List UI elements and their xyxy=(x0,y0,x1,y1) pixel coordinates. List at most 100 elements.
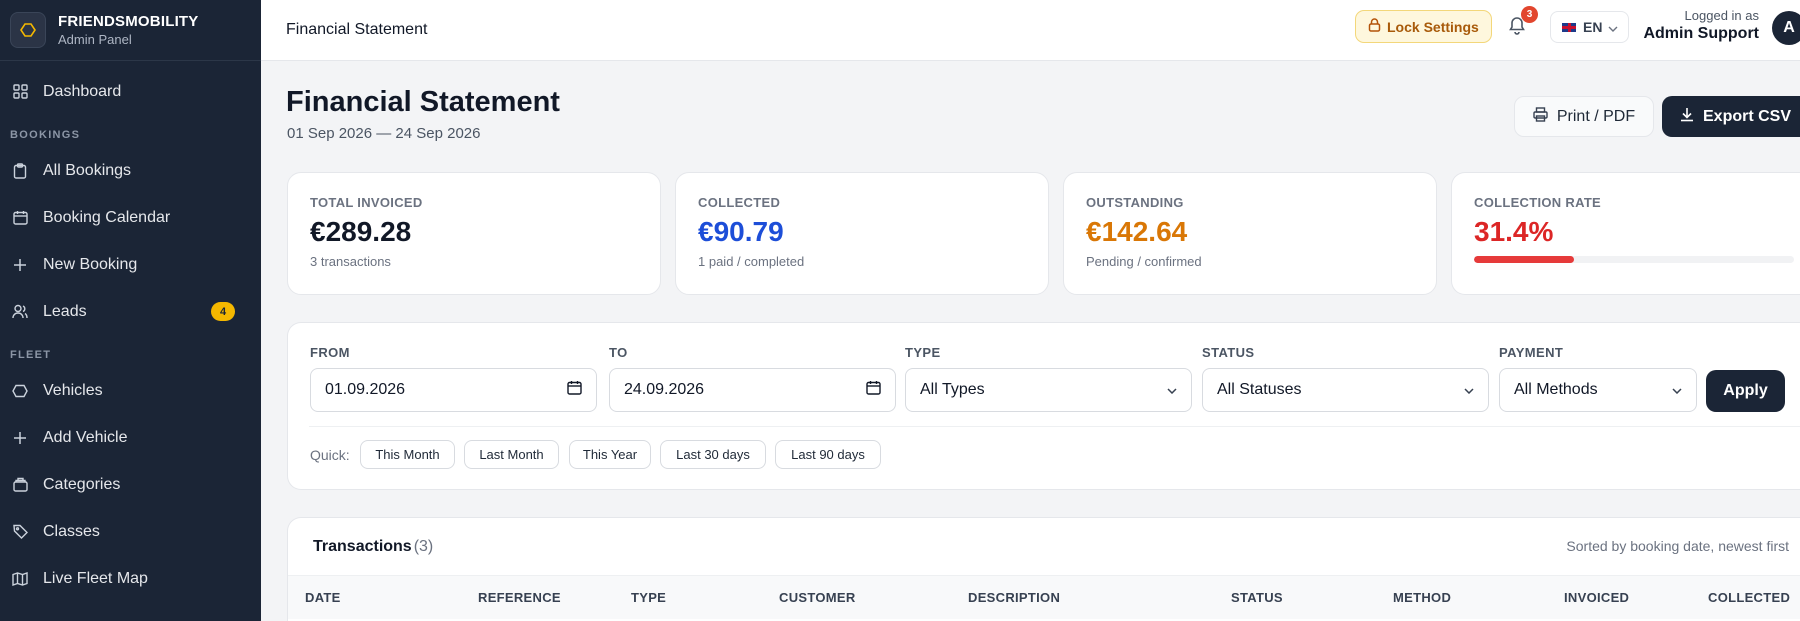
sidebar-item-label: Live Fleet Map xyxy=(43,569,148,587)
from-date-input[interactable]: 01.09.2026 xyxy=(310,368,597,412)
sidebar-item-classes[interactable]: Classes xyxy=(0,508,261,555)
plus-icon xyxy=(12,257,28,273)
payment-select-value: All Methods xyxy=(1514,381,1598,398)
sidebar-item-label: Leads xyxy=(43,302,87,320)
lock-icon xyxy=(1368,18,1381,35)
stat-value: €289.28 xyxy=(310,216,412,247)
printer-icon xyxy=(1533,106,1548,127)
from-label: FROM xyxy=(310,345,350,360)
status-label: STATUS xyxy=(1202,345,1255,360)
payment-label: PAYMENT xyxy=(1499,345,1564,360)
column-header-reference[interactable]: REFERENCE xyxy=(478,590,561,605)
layers-icon xyxy=(12,477,28,493)
download-icon xyxy=(1680,107,1694,127)
avatar[interactable]: A xyxy=(1772,11,1800,45)
column-header-invoiced[interactable]: INVOICED xyxy=(1564,590,1629,605)
tag-icon xyxy=(12,524,28,540)
export-csv-label: Export CSV xyxy=(1703,107,1792,125)
brand-name: FRIENDSMOBILITY xyxy=(58,13,199,30)
top-bar: Financial Statement Lock Settings 3 EN L… xyxy=(261,0,1800,61)
uk-flag-icon xyxy=(1561,21,1577,33)
logged-in-info: Logged in as Admin Support xyxy=(1639,8,1759,43)
stat-label: COLLECTION RATE xyxy=(1474,195,1602,210)
sidebar-item-dashboard[interactable]: Dashboard xyxy=(0,68,261,115)
column-header-date[interactable]: DATE xyxy=(305,590,341,605)
transactions-panel: Transactions (3) Sorted by booking date,… xyxy=(287,517,1800,621)
quick-last-month-button[interactable]: Last Month xyxy=(464,440,559,469)
page-title: Financial Statement xyxy=(286,86,560,118)
export-csv-button[interactable]: Export CSV xyxy=(1662,96,1800,137)
collection-rate-fill xyxy=(1474,256,1575,263)
to-label: TO xyxy=(609,345,628,360)
quick-this-year-button[interactable]: This Year xyxy=(569,440,651,469)
sidebar-item-all-bookings[interactable]: All Bookings xyxy=(0,147,261,194)
filters-panel: FROM 01.09.2026 TO 24.09.2026 TYPE All T… xyxy=(287,322,1800,490)
collection-rate-progress xyxy=(1474,256,1794,263)
car-icon xyxy=(12,383,28,399)
stat-card-collected: COLLECTED €90.79 1 paid / completed xyxy=(675,172,1049,295)
brand[interactable]: FRIENDSMOBILITY Admin Panel xyxy=(0,0,261,61)
nav-section-fleet: FLEET xyxy=(10,349,52,361)
sidebar-item-label: Classes xyxy=(43,522,100,540)
leads-count-badge: 4 xyxy=(211,302,235,321)
payment-select[interactable]: All Methods xyxy=(1499,368,1697,412)
filters-divider xyxy=(309,426,1800,427)
grid-icon xyxy=(12,84,28,100)
type-select[interactable]: All Types xyxy=(905,368,1192,412)
to-date-value: 24.09.2026 xyxy=(624,381,705,398)
clipboard-icon xyxy=(12,162,28,179)
language-label: EN xyxy=(1583,19,1603,35)
print-pdf-label: Print / PDF xyxy=(1556,107,1636,125)
transactions-count: (3) xyxy=(413,537,434,555)
print-pdf-button[interactable]: Print / PDF xyxy=(1514,96,1654,137)
column-header-customer[interactable]: CUSTOMER xyxy=(779,590,856,605)
brand-logo-icon xyxy=(10,12,46,48)
status-select[interactable]: All Statuses xyxy=(1202,368,1489,412)
users-icon xyxy=(12,304,28,320)
sidebar: FRIENDSMOBILITY Admin Panel Dashboard BO… xyxy=(0,0,261,621)
stat-label: OUTSTANDING xyxy=(1086,195,1184,210)
chevron-down-icon xyxy=(1167,381,1177,399)
stat-sub: 3 transactions xyxy=(310,254,391,269)
quick-label: Quick: xyxy=(310,447,350,463)
user-name: Admin Support xyxy=(1643,25,1759,42)
sidebar-item-live-fleet-map[interactable]: Live Fleet Map xyxy=(0,555,261,602)
sidebar-item-label: All Bookings xyxy=(43,161,132,179)
calendar-icon xyxy=(567,380,582,400)
sidebar-item-label: Add Vehicle xyxy=(43,428,128,446)
lock-settings-button[interactable]: Lock Settings xyxy=(1355,10,1492,43)
sidebar-item-add-vehicle[interactable]: Add Vehicle xyxy=(0,414,261,461)
stat-label: TOTAL INVOICED xyxy=(310,195,423,210)
type-label: TYPE xyxy=(905,345,941,360)
chevron-down-icon xyxy=(1464,381,1474,399)
lock-settings-label: Lock Settings xyxy=(1387,18,1479,35)
stat-value: €142.64 xyxy=(1086,216,1188,247)
column-header-description[interactable]: DESCRIPTION xyxy=(968,590,1060,605)
topbar-title: Financial Statement xyxy=(286,21,428,38)
calendar-icon xyxy=(12,210,28,226)
stat-card-outstanding: OUTSTANDING €142.64 Pending / confirmed xyxy=(1063,172,1437,295)
stat-value: €90.79 xyxy=(698,216,784,247)
quick-last-90-days-button[interactable]: Last 90 days xyxy=(775,440,881,469)
calendar-icon xyxy=(866,380,881,400)
stat-value: 31.4% xyxy=(1474,216,1554,247)
nav-section-bookings: BOOKINGS xyxy=(10,129,81,141)
sidebar-item-leads[interactable]: Leads 4 xyxy=(0,288,261,335)
to-date-input[interactable]: 24.09.2026 xyxy=(609,368,896,412)
quick-this-month-button[interactable]: This Month xyxy=(360,440,455,469)
type-select-value: All Types xyxy=(920,381,985,398)
column-header-method[interactable]: METHOD xyxy=(1393,590,1451,605)
apply-button[interactable]: Apply xyxy=(1706,370,1785,412)
sidebar-item-booking-calendar[interactable]: Booking Calendar xyxy=(0,194,261,241)
sidebar-item-categories[interactable]: Categories xyxy=(0,461,261,508)
sidebar-item-new-booking[interactable]: New Booking xyxy=(0,241,261,288)
sidebar-item-vehicles[interactable]: Vehicles xyxy=(0,367,261,414)
stat-card-total-invoiced: TOTAL INVOICED €289.28 3 transactions xyxy=(287,172,661,295)
column-header-collected[interactable]: COLLECTED xyxy=(1708,590,1790,605)
quick-last-30-days-button[interactable]: Last 30 days xyxy=(660,440,766,469)
brand-subtitle: Admin Panel xyxy=(58,32,132,47)
column-header-type[interactable]: TYPE xyxy=(631,590,666,605)
language-selector[interactable]: EN xyxy=(1550,11,1630,43)
logged-in-label: Logged in as xyxy=(1684,8,1759,23)
column-header-status[interactable]: STATUS xyxy=(1231,590,1283,605)
